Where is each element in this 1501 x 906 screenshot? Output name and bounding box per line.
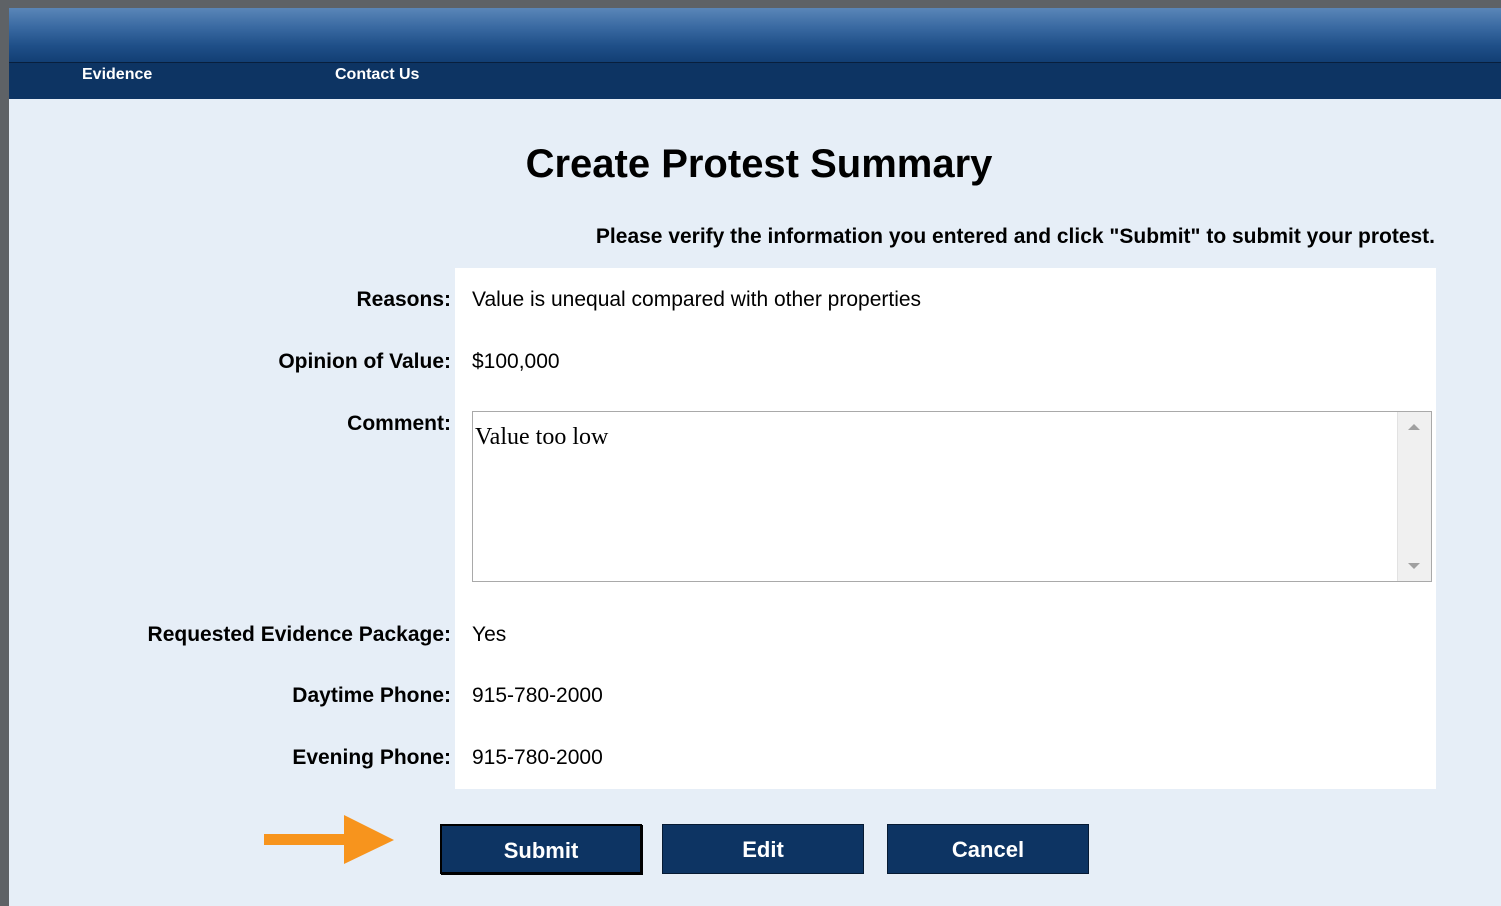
app-window: Evidence Contact Us Create Protest Summa… <box>9 8 1501 906</box>
page-title: Create Protest Summary <box>525 142 993 186</box>
evening-phone-label: Evening Phone: <box>292 746 451 769</box>
submit-button[interactable]: Submit <box>440 824 642 874</box>
comment-label: Comment: <box>347 412 451 435</box>
reasons-value: Value is unequal compared with other pro… <box>472 288 922 311</box>
nav-link-contact-us[interactable]: Contact Us <box>335 66 419 84</box>
opinion-of-value-label: Opinion of Value: <box>278 350 451 373</box>
daytime-phone-value: 915-780-2000 <box>472 684 603 707</box>
evidence-package-value: Yes <box>472 623 507 646</box>
scroll-up-arrow-icon[interactable] <box>1408 424 1420 430</box>
header-banner <box>9 8 1501 62</box>
cancel-button[interactable]: Cancel <box>887 824 1089 874</box>
scroll-down-arrow-icon[interactable] <box>1408 563 1420 569</box>
reasons-label: Reasons: <box>356 288 451 311</box>
evening-phone-value: 915-780-2000 <box>472 746 603 769</box>
arrow-right-icon <box>264 815 394 864</box>
comment-text: Value too low <box>475 424 609 450</box>
edit-button[interactable]: Edit <box>662 824 864 874</box>
nav-link-evidence[interactable]: Evidence <box>82 66 152 84</box>
opinion-of-value-value: $100,000 <box>472 350 560 373</box>
evidence-package-label: Requested Evidence Package: <box>147 623 451 646</box>
comment-textarea[interactable]: Value too low <box>472 411 1432 582</box>
instructions-text: Please verify the information you entere… <box>595 225 1435 248</box>
daytime-phone-label: Daytime Phone: <box>292 684 451 707</box>
comment-scrollbar[interactable] <box>1397 412 1431 581</box>
nav-bar: Evidence Contact Us <box>9 62 1501 99</box>
